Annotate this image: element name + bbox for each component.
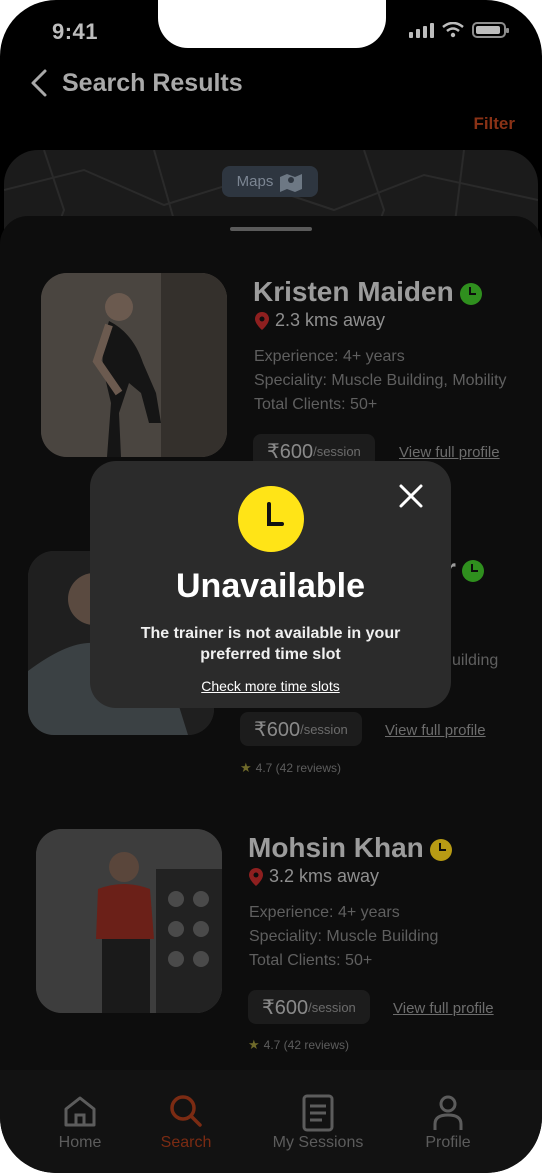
limited-clock-icon — [429, 838, 452, 861]
location-pin-icon — [255, 311, 269, 330]
trainer-distance: 3.2 kms away — [249, 866, 379, 887]
phone-screen: 9:41 Search Results Filter Maps Kristen … — [0, 0, 542, 1173]
star-icon: ★ — [248, 1037, 260, 1052]
location-pin-icon — [249, 867, 263, 886]
star-icon: ★ — [240, 760, 252, 775]
nav-profile[interactable]: Profile — [393, 1094, 503, 1152]
trainer-details: Experience: 4+ years Speciality: Muscle … — [249, 904, 439, 969]
notch — [158, 0, 386, 48]
maps-button[interactable]: Maps — [222, 166, 318, 197]
trainer-name[interactable]: Mohsin Khan — [248, 832, 452, 864]
home-icon — [64, 1096, 96, 1127]
trainer-rating: ★ 4.7 (42 reviews) — [240, 760, 342, 775]
trainer-distance: 2.3 kms away — [255, 310, 385, 331]
trainer-photo[interactable] — [36, 829, 222, 1013]
available-clock-icon — [461, 559, 484, 582]
trainer-details: Experience: 4+ years Speciality: Muscle … — [254, 348, 507, 413]
nav-sessions-label: My Sessions — [272, 1134, 364, 1151]
wifi-icon — [442, 22, 464, 38]
map-icon — [280, 173, 303, 192]
search-icon — [170, 1095, 202, 1127]
nav-search[interactable]: Search — [131, 1094, 241, 1152]
nav-my-sessions[interactable]: My Sessions — [263, 1094, 373, 1152]
trainer-photo[interactable] — [41, 273, 227, 457]
nav-home-label: Home — [58, 1134, 102, 1151]
trainer-photo-image — [41, 273, 227, 457]
check-time-slots-link[interactable]: Check more time slots — [90, 678, 451, 694]
battery-icon — [472, 22, 509, 38]
trainer-rating: ★ 4.7 (42 reviews) — [248, 1037, 350, 1052]
trainer-photo-image — [36, 829, 222, 1013]
status-time: 9:41 — [52, 19, 99, 44]
view-profile-link[interactable]: View full profile — [393, 1000, 494, 1017]
close-icon[interactable] — [396, 481, 426, 511]
clock-icon — [238, 486, 304, 552]
nav-profile-label: Profile — [425, 1134, 471, 1151]
view-profile-link[interactable]: View full profile — [399, 444, 500, 461]
trainer-speciality-fragment: uilding — [452, 652, 499, 669]
header: Search Results — [28, 66, 243, 100]
modal-message: The trainer is not available in your pre… — [140, 625, 401, 663]
profile-icon — [433, 1095, 463, 1130]
price-tag: ₹600/session — [240, 712, 362, 746]
page-title: Search Results — [62, 68, 243, 97]
sheet-handle[interactable] — [230, 227, 312, 231]
available-clock-icon — [459, 282, 482, 305]
unavailable-modal: Unavailable The trainer is not available… — [90, 461, 451, 708]
signal-icon — [409, 22, 434, 38]
nav-home[interactable]: Home — [25, 1094, 135, 1152]
modal-title: Unavailable — [176, 567, 365, 605]
trainer-name[interactable]: Kristen Maiden — [253, 276, 482, 308]
view-profile-link[interactable]: View full profile — [385, 722, 486, 739]
filter-button[interactable]: Filter — [473, 114, 515, 134]
maps-label: Maps — [236, 173, 274, 190]
back-icon[interactable] — [28, 66, 50, 100]
status-icons — [409, 22, 509, 38]
sessions-icon — [302, 1094, 334, 1132]
nav-search-label: Search — [160, 1134, 212, 1151]
price-tag: ₹600/session — [248, 990, 370, 1024]
